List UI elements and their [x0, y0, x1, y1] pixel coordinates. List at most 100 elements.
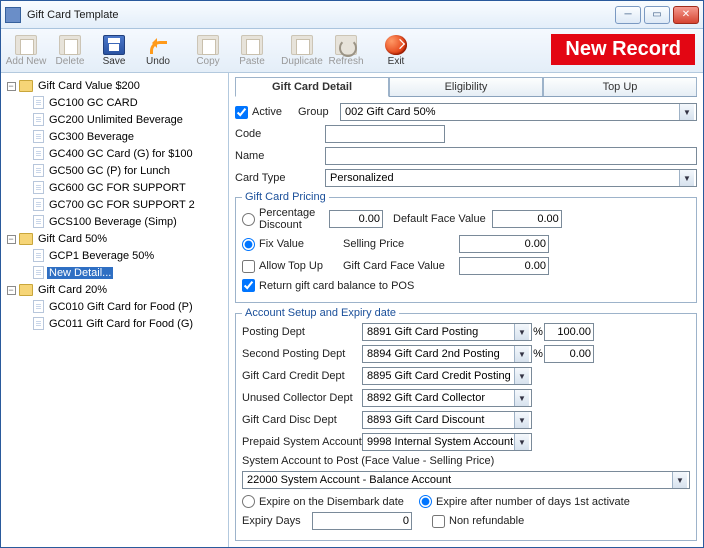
tree-item[interactable]: GC010 Gift Card for Food (P) [3, 298, 226, 315]
tree-folder[interactable]: −Gift Card Value $200 [3, 77, 226, 94]
collapse-icon[interactable]: − [7, 82, 16, 91]
refresh-icon [335, 35, 357, 55]
app-window: Gift Card Template ─ ▭ ✕ Add New Delete … [0, 0, 704, 548]
copy-button[interactable]: Copy [187, 31, 229, 71]
maximize-button[interactable]: ▭ [644, 6, 670, 24]
chevron-down-icon: ▼ [679, 104, 694, 120]
chevron-down-icon: ▼ [679, 170, 694, 186]
pricing-group: Gift Card Pricing Percentage Discount De… [235, 191, 697, 303]
percentage-radio[interactable] [242, 213, 255, 226]
document-icon [33, 266, 44, 279]
allow-topup-checkbox[interactable] [242, 260, 255, 273]
tree-item[interactable]: GC500 GC (P) for Lunch [3, 162, 226, 179]
name-label: Name [235, 150, 325, 162]
default-face-input[interactable] [492, 210, 562, 228]
folder-icon [19, 284, 33, 296]
expire-days-radio[interactable] [419, 495, 432, 508]
credit-dept-combo[interactable]: 8895 Gift Card Credit Posting▼ [362, 367, 532, 385]
name-input[interactable] [325, 147, 697, 165]
tree-item[interactable]: New Detail... [3, 264, 226, 281]
titlebar: Gift Card Template ─ ▭ ✕ [1, 1, 703, 29]
addnew-button[interactable]: Add New [5, 31, 47, 71]
tree-item[interactable]: GC200 Unlimited Beverage [3, 111, 226, 128]
system-account-combo[interactable]: 22000 System Account - Balance Account▼ [242, 471, 690, 489]
selling-price-input[interactable] [459, 235, 549, 253]
document-icon [33, 198, 44, 211]
tree-item[interactable]: GC300 Beverage [3, 128, 226, 145]
return-balance-checkbox[interactable] [242, 279, 255, 292]
disc-dept-combo[interactable]: 8893 Gift Card Discount▼ [362, 411, 532, 429]
posting-dept-combo[interactable]: 8891 Gift Card Posting▼ [362, 323, 532, 341]
code-label: Code [235, 128, 325, 140]
pricing-legend: Gift Card Pricing [242, 191, 329, 203]
save-button[interactable]: Save [93, 31, 135, 71]
new-record-badge: New Record [551, 34, 695, 65]
account-group: Account Setup and Expiry date Posting De… [235, 307, 697, 541]
tree-folder[interactable]: −Gift Card 20% [3, 281, 226, 298]
percentage-input[interactable] [329, 210, 383, 228]
document-icon [33, 249, 44, 262]
tree-item[interactable]: GCP1 Beverage 50% [3, 247, 226, 264]
expire-disembark-radio[interactable] [242, 495, 255, 508]
tree-item[interactable]: GC100 GC CARD [3, 94, 226, 111]
copy-icon [197, 35, 219, 55]
tree-item[interactable]: GC700 GC FOR SUPPORT 2 [3, 196, 226, 213]
group-label: Group [298, 106, 340, 118]
fixvalue-radio[interactable] [242, 238, 255, 251]
document-icon [33, 96, 44, 109]
code-input[interactable] [325, 125, 445, 143]
tree-item[interactable]: GC400 GC Card (G) for $100 [3, 145, 226, 162]
addnew-icon [15, 35, 37, 55]
chevron-down-icon: ▼ [514, 346, 529, 362]
document-icon [33, 181, 44, 194]
tab-strip: Gift Card Detail Eligibility Top Up [235, 77, 697, 97]
unused-dept-combo[interactable]: 8892 Gift Card Collector▼ [362, 389, 532, 407]
non-refundable-checkbox[interactable] [432, 515, 445, 528]
detail-pane: Gift Card Detail Eligibility Top Up Acti… [229, 73, 703, 547]
document-icon [33, 164, 44, 177]
collapse-icon[interactable]: − [7, 286, 16, 295]
tree-folder[interactable]: −Gift Card 50% [3, 230, 226, 247]
document-icon [33, 300, 44, 313]
tab-topup[interactable]: Top Up [543, 77, 697, 96]
chevron-down-icon: ▼ [514, 390, 529, 406]
tree-item[interactable]: GCS100 Beverage (Simp) [3, 213, 226, 230]
exit-icon [385, 35, 407, 55]
paste-button[interactable]: Paste [231, 31, 273, 71]
app-icon [5, 7, 21, 23]
tab-eligibility[interactable]: Eligibility [389, 77, 543, 96]
undo-button[interactable]: Undo [137, 31, 179, 71]
toolbar: Add New Delete Save Undo Copy Paste Dupl… [1, 29, 703, 73]
second-pct-input[interactable] [544, 345, 594, 363]
prepaid-account-combo[interactable]: 9998 Internal System Account▼ [362, 433, 532, 451]
close-button[interactable]: ✕ [673, 6, 699, 24]
face-value-input[interactable] [459, 257, 549, 275]
expiry-days-input[interactable] [312, 512, 412, 530]
group-combo[interactable]: 002 Gift Card 50%▼ [340, 103, 697, 121]
window-title: Gift Card Template [27, 9, 615, 21]
minimize-button[interactable]: ─ [615, 6, 641, 24]
chevron-down-icon: ▼ [514, 434, 529, 450]
refresh-button[interactable]: Refresh [325, 31, 367, 71]
duplicate-button[interactable]: Duplicate [281, 31, 323, 71]
collapse-icon[interactable]: − [7, 235, 16, 244]
tree-item[interactable]: GC011 Gift Card for Food (G) [3, 315, 226, 332]
account-legend: Account Setup and Expiry date [242, 307, 399, 319]
delete-button[interactable]: Delete [49, 31, 91, 71]
document-icon [33, 317, 44, 330]
document-icon [33, 113, 44, 126]
save-icon [103, 35, 125, 55]
posting-pct-input[interactable] [544, 323, 594, 341]
duplicate-icon [291, 35, 313, 55]
document-icon [33, 130, 44, 143]
tab-giftcard-detail[interactable]: Gift Card Detail [235, 77, 389, 97]
tree-item[interactable]: GC600 GC FOR SUPPORT [3, 179, 226, 196]
cardtype-combo[interactable]: Personalized▼ [325, 169, 697, 187]
chevron-down-icon: ▼ [514, 412, 529, 428]
chevron-down-icon: ▼ [514, 324, 529, 340]
undo-icon [147, 35, 169, 55]
second-posting-combo[interactable]: 8894 Gift Card 2nd Posting▼ [362, 345, 532, 363]
exit-button[interactable]: Exit [375, 31, 417, 71]
active-checkbox[interactable] [235, 106, 248, 119]
tree-panel[interactable]: −Gift Card Value $200 GC100 GC CARDGC200… [1, 73, 229, 547]
